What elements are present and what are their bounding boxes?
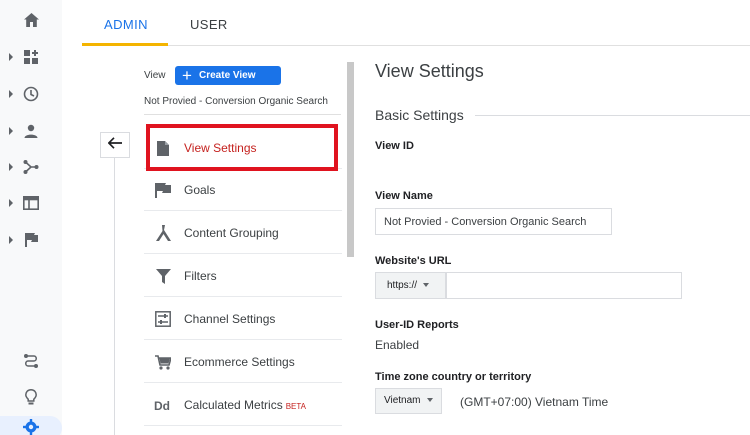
view-selector[interactable]: Not Provied - Conversion Organic Search [144, 96, 328, 107]
website-url-field[interactable] [446, 272, 682, 299]
menu-label: Ecommerce Settings [184, 355, 295, 369]
channel-settings-icon [154, 310, 172, 328]
protocol-value: https:// [387, 280, 418, 291]
filter-icon [154, 267, 172, 285]
rail-attribution[interactable] [0, 346, 62, 376]
gear-icon [23, 419, 39, 435]
rail-admin-active[interactable] [0, 416, 62, 435]
acquisition-icon [23, 159, 39, 175]
menu-label: Calculated Metrics BETA [184, 398, 306, 412]
flag-icon [23, 232, 39, 248]
expand-caret-icon [9, 90, 13, 98]
userid-reports-label: User-ID Reports [375, 319, 459, 331]
home-icon [23, 12, 39, 28]
expand-caret-icon [9, 199, 13, 207]
expand-caret-icon [9, 236, 13, 244]
beta-badge: BETA [285, 402, 307, 411]
active-tab-indicator [82, 43, 168, 46]
ga-admin-view-settings: ADMIN USER View + Create View Not Provie… [0, 0, 750, 435]
timezone-value: (GMT+07:00) Vietnam Time [460, 395, 609, 409]
tree-connector [114, 158, 115, 435]
person-icon [23, 123, 39, 139]
menu-item-filters[interactable]: Filters [144, 254, 342, 297]
view-name-label: View Name [375, 190, 433, 202]
rail-behavior[interactable] [0, 188, 62, 218]
userid-reports-value: Enabled [375, 338, 420, 352]
rail-discover[interactable] [0, 382, 62, 412]
rail-conversions[interactable] [0, 225, 62, 255]
country-value: Vietnam [384, 395, 421, 406]
create-view-button[interactable]: + Create View [175, 66, 281, 85]
rail-realtime[interactable] [0, 79, 62, 109]
cart-icon [154, 353, 172, 371]
rail-home[interactable] [0, 5, 62, 35]
plus-icon: + [182, 65, 192, 85]
chevron-down-icon [426, 398, 433, 402]
menu-label: Goals [184, 183, 216, 197]
menu-item-content-grouping[interactable]: Content Grouping [144, 211, 342, 254]
rail-audience[interactable] [0, 116, 62, 146]
left-nav-rail [0, 0, 62, 435]
view-name-field[interactable]: Not Provied - Conversion Organic Search [375, 208, 612, 235]
menu-item-calculated-metrics[interactable]: Dd Calculated Metrics BETA [144, 383, 342, 426]
view-id-label: View ID [375, 140, 414, 152]
menu-label: Content Grouping [184, 226, 279, 240]
create-view-label: Create View [199, 70, 256, 81]
menu-item-channel-settings[interactable]: Channel Settings [144, 297, 342, 340]
svg-text:Dd: Dd [154, 399, 170, 411]
window-icon [23, 195, 39, 211]
section-title: Basic Settings [375, 107, 464, 123]
lightbulb-icon [23, 389, 39, 405]
chevron-down-icon [423, 283, 430, 287]
top-tabs: ADMIN USER [82, 0, 750, 46]
view-column-label: View [144, 70, 166, 81]
expand-caret-icon [9, 53, 13, 61]
page-title: View Settings [375, 61, 484, 81]
expand-caret-icon [9, 127, 13, 135]
rail-acquisition[interactable] [0, 152, 62, 182]
timezone-label: Time zone country or territory [375, 371, 532, 383]
content-grouping-icon [154, 224, 172, 242]
divider [144, 114, 341, 115]
menu-label: Channel Settings [184, 312, 276, 326]
website-url-label: Website's URL [375, 255, 452, 267]
arrow-left-icon [107, 136, 122, 154]
clock-icon [23, 86, 39, 102]
route-icon [23, 353, 39, 369]
back-button[interactable] [100, 132, 130, 158]
dashboard-plus-icon [23, 49, 39, 65]
menu-item-goals[interactable]: Goals [144, 168, 342, 211]
country-select[interactable]: Vietnam [375, 388, 442, 414]
menu-label: Filters [184, 269, 217, 283]
menu-label-text: Calculated Metrics [184, 398, 283, 412]
annotation-highlight-box [146, 124, 338, 171]
tab-user[interactable]: USER [190, 17, 228, 32]
scrollbar[interactable] [347, 62, 354, 257]
rail-customization[interactable] [0, 42, 62, 72]
section-divider [475, 115, 750, 116]
menu-item-ecommerce-settings[interactable]: Ecommerce Settings [144, 340, 342, 383]
protocol-select[interactable]: https:// [375, 272, 446, 299]
flag-icon [154, 181, 172, 199]
expand-caret-icon [9, 163, 13, 171]
dd-icon: Dd [154, 396, 172, 414]
tab-admin[interactable]: ADMIN [104, 17, 148, 32]
